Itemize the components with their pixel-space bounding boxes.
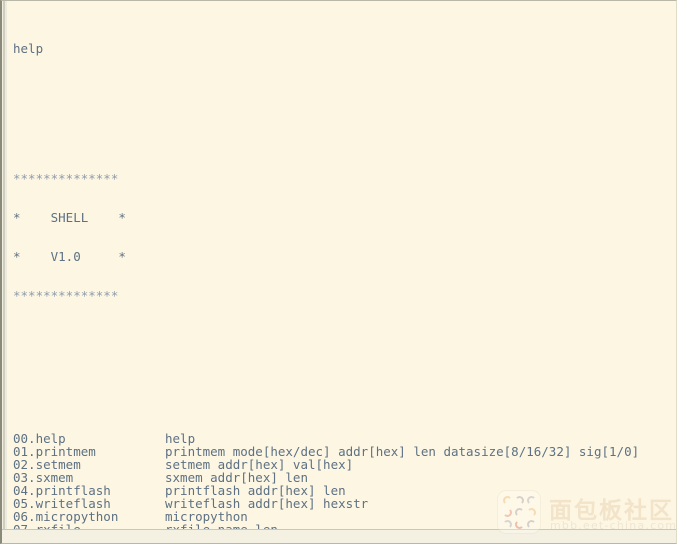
- banner-bottom-rule: **************: [13, 288, 119, 303]
- banner-title-line: * SHELL *: [13, 210, 126, 225]
- terminal-window[interactable]: help ************** * SHELL * * V1.0 * *…: [0, 0, 677, 544]
- terminal-bottom-strip: [2, 529, 676, 543]
- command-row: 06.micropython micropython: [13, 510, 672, 523]
- banner-top-rule: **************: [13, 171, 119, 186]
- command-row: 02.setmem setmem addr[hex] val[hex]: [13, 458, 672, 471]
- command-echo-line: help: [13, 41, 44, 56]
- command-list: 00.help help 01.printmem printmem mode[hex/…: [13, 432, 672, 543]
- banner-version-line: * V1.0 *: [13, 249, 126, 264]
- terminal-left-gutter: [2, 1, 8, 543]
- console-output[interactable]: help ************** * SHELL * * V1.0 * *…: [13, 3, 672, 543]
